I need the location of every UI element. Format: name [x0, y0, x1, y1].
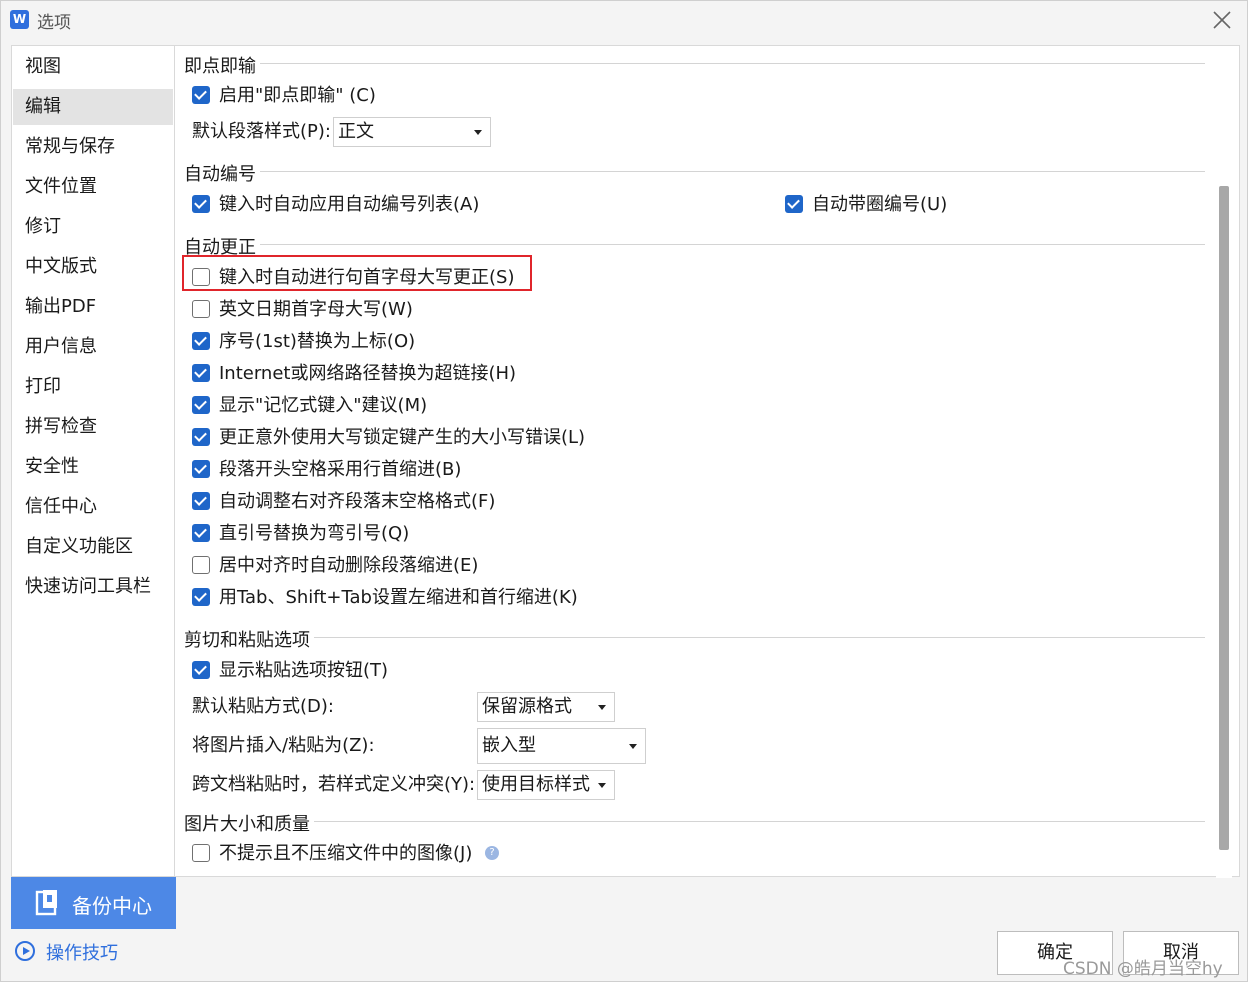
section-title-click-type: 即点即输	[184, 52, 260, 78]
checkbox-box[interactable]	[192, 588, 210, 606]
select-value: 保留源格式	[482, 696, 572, 717]
section-title-paste: 剪切和粘贴选项	[184, 626, 314, 652]
title-bar: W 选项	[1, 1, 1249, 39]
section-title-auto-number: 自动编号	[184, 160, 260, 186]
checkbox-label: Internet或网络路径替换为超链接(H)	[219, 363, 517, 384]
checkbox-box[interactable]	[192, 844, 210, 862]
checkbox-label: 显示粘贴选项按钮(T)	[219, 660, 389, 681]
backup-center-button[interactable]: 备份中心	[11, 877, 176, 929]
chevron-down-icon	[598, 705, 606, 710]
edit-options-panel: 即点即输 启用"即点即输" (C) 默认段落样式(P): 正文 自动编号 键入时…	[175, 45, 1240, 878]
checkbox-label: 居中对齐时自动删除段落缩进(E)	[219, 555, 479, 576]
chevron-down-icon	[629, 744, 637, 749]
checkbox-box[interactable]	[192, 268, 210, 286]
help-question-icon[interactable]: ?	[485, 846, 499, 860]
chevron-down-icon	[598, 783, 606, 788]
default-paste-select[interactable]: 保留源格式	[477, 692, 615, 722]
checkbox-label: 自动调整右对齐段落末空格格式(F)	[219, 491, 496, 512]
sidebar-item-quick-access-toolbar[interactable]: 快速访问工具栏	[13, 569, 173, 605]
checkbox-label: 英文日期首字母大写(W)	[219, 299, 413, 320]
sidebar-item-customize-ribbon[interactable]: 自定义功能区	[13, 529, 173, 565]
sidebar-item-chinese-layout[interactable]: 中文版式	[13, 249, 173, 285]
category-sidebar: 视图 编辑 常规与保存 文件位置 修订 中文版式 输出PDF 用户信息 打印 拼…	[11, 45, 175, 877]
checkbox-box[interactable]	[192, 195, 210, 213]
sidebar-item-file-location[interactable]: 文件位置	[13, 169, 173, 205]
checkbox-label: 不提示且不压缩文件中的图像(J)	[219, 843, 473, 864]
checkbox-box[interactable]	[192, 300, 210, 318]
sidebar-item-edit[interactable]: 编辑	[13, 89, 173, 125]
options-dialog: W 选项 视图 编辑 常规与保存 文件位置 修订 中文版式 输出PDF 用户信息…	[0, 0, 1248, 982]
dialog-title: 选项	[37, 13, 71, 33]
sidebar-item-security[interactable]: 安全性	[13, 449, 173, 485]
select-value: 正文	[338, 121, 374, 142]
checkbox-box[interactable]	[192, 364, 210, 382]
sidebar-item-trust-center[interactable]: 信任中心	[13, 489, 173, 525]
checkbox-label: 显示"记忆式键入"建议(M)	[219, 395, 428, 416]
backup-center-label: 备份中心	[72, 894, 152, 918]
sidebar-item-print[interactable]: 打印	[13, 369, 173, 405]
checkbox-label: 更正意外使用大写锁定键产生的大小写错误(L)	[219, 427, 586, 448]
checkbox-box[interactable]	[192, 524, 210, 542]
checkbox-label: 自动带圈编号(U)	[812, 194, 948, 215]
scrollbar-thumb[interactable]	[1219, 186, 1229, 850]
checkbox-box[interactable]	[192, 661, 210, 679]
checkbox-label: 键入时自动进行句首字母大写更正(S)	[219, 267, 515, 288]
image-insert-label: 将图片插入/粘贴为(Z):	[192, 735, 375, 756]
sidebar-item-general-save[interactable]: 常规与保存	[13, 129, 173, 165]
cross-doc-paste-select[interactable]: 使用目标样式	[477, 770, 615, 800]
checkbox-box[interactable]	[192, 396, 210, 414]
chevron-down-icon	[474, 130, 482, 135]
close-button[interactable]	[1211, 9, 1233, 31]
section-divider	[185, 821, 1205, 822]
checkbox-label: 序号(1st)替换为上标(O)	[219, 331, 416, 352]
cross-doc-paste-label: 跨文档粘贴时，若样式定义冲突(Y):	[192, 774, 476, 795]
default-paragraph-style-label: 默认段落样式(P):	[192, 121, 331, 142]
checkbox-box[interactable]	[192, 556, 210, 574]
sidebar-item-export-pdf[interactable]: 输出PDF	[13, 289, 173, 325]
wps-app-icon: W	[10, 10, 29, 29]
backup-file-icon	[35, 890, 57, 916]
sidebar-item-user-info[interactable]: 用户信息	[13, 329, 173, 365]
play-circle-icon	[15, 941, 35, 961]
default-paragraph-style-select[interactable]: 正文	[333, 117, 491, 147]
sidebar-item-revision[interactable]: 修订	[13, 209, 173, 245]
section-divider	[185, 63, 1205, 64]
checkbox-box[interactable]	[192, 460, 210, 478]
close-icon	[1213, 11, 1231, 29]
checkbox-label: 键入时自动应用自动编号列表(A)	[219, 194, 480, 215]
checkbox-label: 段落开头空格采用行首缩进(B)	[219, 459, 462, 480]
checkbox-label: 直引号替换为弯引号(Q)	[219, 523, 410, 544]
checkbox-box[interactable]	[192, 428, 210, 446]
section-title-image-quality: 图片大小和质量	[184, 810, 314, 836]
checkbox-box[interactable]	[785, 195, 803, 213]
select-value: 嵌入型	[482, 735, 536, 756]
sidebar-item-spell-check[interactable]: 拼写检查	[13, 409, 173, 445]
image-insert-select[interactable]: 嵌入型	[477, 728, 646, 764]
checkbox-box[interactable]	[192, 492, 210, 510]
operation-tips-label: 操作技巧	[46, 943, 118, 964]
sidebar-item-view[interactable]: 视图	[13, 49, 173, 85]
select-value: 使用目标样式	[482, 774, 590, 795]
section-divider	[185, 637, 1205, 638]
checkbox-box[interactable]	[192, 86, 210, 104]
checkbox-box[interactable]	[192, 332, 210, 350]
csdn-watermark: CSDN @皓月当空hy	[1063, 959, 1223, 979]
vertical-scrollbar[interactable]	[1216, 46, 1232, 878]
default-paste-label: 默认粘贴方式(D):	[192, 696, 334, 717]
checkbox-label: 启用"即点即输" (C)	[219, 85, 376, 106]
section-divider	[185, 244, 1205, 245]
checkbox-label: 用Tab、Shift+Tab设置左缩进和首行缩进(K)	[219, 587, 578, 608]
section-divider	[185, 171, 1205, 172]
